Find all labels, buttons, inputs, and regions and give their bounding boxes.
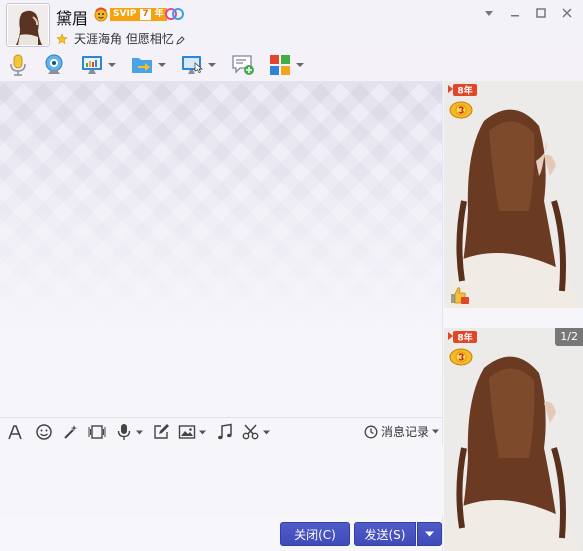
dropdown-button[interactable] bbox=[479, 4, 499, 22]
pet-icon bbox=[449, 101, 473, 119]
maximize-icon bbox=[536, 8, 546, 18]
chevron-down-icon bbox=[432, 429, 439, 434]
webcam-icon bbox=[45, 54, 63, 74]
vip-text: SVIP bbox=[110, 7, 140, 21]
microphone-icon bbox=[10, 54, 26, 76]
emoji-button[interactable] bbox=[35, 422, 53, 442]
avatar[interactable] bbox=[6, 3, 50, 47]
file-transfer-button[interactable] bbox=[130, 52, 166, 78]
chat-add-icon bbox=[232, 55, 254, 75]
chevron-down-icon bbox=[158, 63, 166, 67]
music-button[interactable] bbox=[216, 422, 234, 442]
send-button[interactable]: 发送(S) bbox=[354, 522, 416, 546]
nickname: 黛眉 bbox=[56, 9, 89, 28]
vip-badge-group[interactable]: SVIP 7 年 bbox=[93, 6, 167, 22]
svg-text:8年: 8年 bbox=[457, 332, 472, 344]
app-grid-icon bbox=[270, 55, 290, 75]
magic-wand-icon bbox=[64, 425, 78, 439]
year-badge: 8年 bbox=[446, 83, 478, 97]
pencil-icon[interactable] bbox=[175, 35, 185, 46]
vip-face-icon bbox=[94, 7, 108, 22]
app-box-button[interactable] bbox=[268, 52, 304, 78]
chevron-down-icon bbox=[263, 430, 270, 434]
chevron-down-icon bbox=[136, 430, 143, 434]
page-indicator: 1/2 bbox=[555, 328, 583, 346]
maximize-button[interactable] bbox=[531, 4, 551, 22]
close-icon bbox=[562, 8, 572, 18]
svip-badge: SVIP 7 年 bbox=[110, 7, 167, 21]
history-label: 消息记录 bbox=[380, 425, 429, 439]
minimize-button[interactable] bbox=[505, 4, 525, 22]
signature[interactable]: 天涯海角 但愿相忆 bbox=[74, 30, 174, 47]
screen-share-button[interactable] bbox=[80, 52, 116, 78]
image-icon bbox=[178, 425, 196, 439]
video-message-button[interactable] bbox=[88, 422, 106, 442]
image-button[interactable] bbox=[178, 422, 206, 442]
chat-header: 黛眉 SVIP 7 年 天涯海角 但愿相忆 bbox=[0, 0, 583, 50]
font-button[interactable] bbox=[6, 422, 24, 442]
magic-wand-button[interactable] bbox=[62, 422, 80, 442]
remote-desktop-icon bbox=[182, 56, 203, 74]
triangle-down-icon bbox=[485, 11, 493, 16]
smiley-icon bbox=[36, 424, 52, 440]
scissors-icon bbox=[242, 424, 259, 440]
font-icon bbox=[8, 425, 22, 440]
triangle-down-icon bbox=[425, 531, 434, 537]
microphone-icon bbox=[117, 424, 131, 440]
thumbs-up-icon[interactable] bbox=[448, 285, 470, 305]
send-options-button[interactable] bbox=[417, 522, 442, 546]
film-frame-icon bbox=[88, 425, 106, 439]
input-toolbar: 消息记录 bbox=[0, 417, 443, 445]
self-show-card[interactable]: 8年 1/2 bbox=[444, 328, 583, 551]
handwriting-button[interactable] bbox=[152, 422, 170, 442]
chevron-down-icon bbox=[199, 430, 206, 434]
screenshot-button[interactable] bbox=[242, 422, 270, 442]
signature-row: 天涯海角 但愿相忆 bbox=[56, 30, 185, 47]
music-note-icon bbox=[218, 423, 232, 440]
voice-call-button[interactable] bbox=[6, 52, 30, 78]
new-discussion-button[interactable] bbox=[231, 52, 255, 78]
pet-icon bbox=[449, 348, 473, 366]
contact-show-card[interactable]: 8年 bbox=[444, 81, 583, 308]
close-button[interactable]: 关闭(C) bbox=[280, 522, 350, 546]
chevron-down-icon bbox=[108, 63, 116, 67]
chat-window: 黛眉 SVIP 7 年 天涯海角 但愿相忆 消息记录 关闭(C) 发送(S) 8… bbox=[0, 0, 583, 551]
svg-text:8年: 8年 bbox=[457, 85, 472, 97]
folder-arrow-icon bbox=[132, 58, 152, 73]
chevron-down-icon bbox=[296, 63, 304, 67]
message-history-button[interactable]: 消息记录 bbox=[364, 423, 439, 440]
show-panel: 8年 8年 1/2 bbox=[444, 81, 583, 551]
voice-message-button[interactable] bbox=[115, 422, 143, 442]
window-controls bbox=[479, 4, 577, 22]
clock-icon bbox=[364, 425, 378, 438]
video-call-button[interactable] bbox=[42, 52, 66, 78]
star-icon bbox=[56, 32, 68, 44]
year-badge: 8年 bbox=[446, 330, 478, 344]
close-window-button[interactable] bbox=[557, 4, 577, 22]
chevron-down-icon bbox=[208, 63, 216, 67]
couple-icon[interactable] bbox=[165, 7, 185, 21]
vip-level: 7 bbox=[139, 7, 152, 21]
minimize-icon bbox=[511, 15, 519, 17]
remote-assist-button[interactable] bbox=[180, 52, 216, 78]
edit-square-icon bbox=[154, 424, 169, 439]
main-toolbar bbox=[0, 50, 583, 80]
monitor-chart-icon bbox=[82, 56, 102, 74]
message-history-area[interactable] bbox=[0, 81, 443, 416]
message-input[interactable] bbox=[0, 446, 443, 516]
